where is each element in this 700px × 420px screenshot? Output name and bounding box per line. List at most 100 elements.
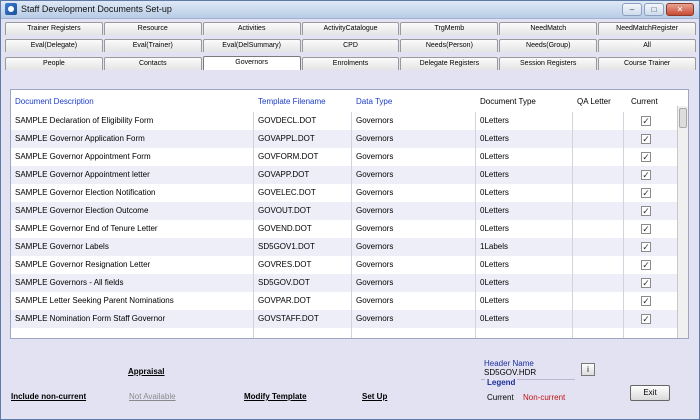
cell-data-type: Governors [352, 220, 476, 238]
table-row[interactable]: SAMPLE Letter Seeking Parent Nominations… [11, 292, 678, 310]
tab-people[interactable]: People [5, 57, 103, 70]
table-row[interactable]: SAMPLE Governor Appointment Form GOVFORM.… [11, 148, 678, 166]
current-checkbox[interactable]: ✓ [641, 170, 651, 180]
tab-all[interactable]: All [598, 39, 697, 52]
col-header-data-type[interactable]: Data Type [356, 97, 392, 106]
current-checkbox[interactable]: ✓ [641, 242, 651, 252]
table-row[interactable]: SAMPLE Governor Resignation Letter GOVRES… [11, 256, 678, 274]
tab-needs-group[interactable]: Needs(Group) [499, 39, 598, 52]
cell-current: ✓ [624, 148, 678, 166]
cell-document-type: 1Labels [476, 238, 573, 256]
table-row[interactable]: SAMPLE Governor Labels SD5GOV1.DOT Governo… [11, 238, 678, 256]
table-row[interactable]: SAMPLE Governor Application Form GOVAPPL.… [11, 130, 678, 148]
tab-needmatchregister[interactable]: NeedMatchRegister [598, 22, 697, 35]
cell-filename: GOVELEC.DOT [254, 184, 352, 202]
cell-current: ✓ [624, 184, 678, 202]
cell-current: ✓ [624, 292, 678, 310]
current-checkbox[interactable]: ✓ [641, 206, 651, 216]
cell-document-type: 0Letters [476, 148, 573, 166]
maximize-button[interactable]: □ [644, 3, 664, 16]
cell-document-type: 0Letters [476, 292, 573, 310]
cell-qa-letter [573, 274, 624, 292]
cell-current: ✓ [624, 220, 678, 238]
legend-group: Legend Current Non-current [481, 378, 575, 407]
set-up-link[interactable]: Set Up [362, 392, 387, 401]
cell-filename: GOVSTAFF.DOT [254, 310, 352, 328]
table-row[interactable]: SAMPLE Nomination Form Staff Governor GOV… [11, 310, 678, 328]
tab-delegate-registers[interactable]: Delegate Registers [400, 57, 499, 70]
modify-template-link[interactable]: Modify Template [244, 392, 307, 401]
cell-description: SAMPLE Declaration of Eligibility Form [11, 112, 254, 130]
current-checkbox[interactable]: ✓ [641, 314, 651, 324]
table-row[interactable]: SAMPLE Governor End of Tenure Letter GOVE… [11, 220, 678, 238]
col-header-current[interactable]: Current [631, 97, 658, 106]
current-checkbox[interactable]: ✓ [641, 278, 651, 288]
table-row[interactable]: SAMPLE Governor Appointment letter GOVAPP… [11, 166, 678, 184]
tab-enrolments[interactable]: Enrolments [301, 57, 400, 70]
tab-cpd[interactable]: CPD [301, 39, 400, 52]
col-header-document-type[interactable]: Document Type [480, 97, 536, 106]
minimize-button[interactable]: – [622, 3, 642, 16]
tab-needmatch[interactable]: NeedMatch [499, 22, 598, 35]
tab-resource[interactable]: Resource [103, 22, 202, 35]
table-row[interactable]: SAMPLE Governor Election Notification GOV… [11, 184, 678, 202]
cell-current: ✓ [624, 256, 678, 274]
legend-current: Current [487, 393, 514, 402]
tab-needs-person[interactable]: Needs(Person) [400, 39, 499, 52]
grid-header: Document Description Template Filename D… [11, 90, 678, 112]
cell-current [624, 328, 678, 338]
cell-document-type: 0Letters [476, 184, 573, 202]
grid-scrollbar[interactable] [677, 106, 688, 338]
close-button[interactable]: ✕ [666, 3, 694, 16]
table-row[interactable] [11, 328, 678, 338]
cell-qa-letter [573, 256, 624, 274]
current-checkbox[interactable]: ✓ [641, 152, 651, 162]
cell-filename: GOVFORM.DOT [254, 148, 352, 166]
appraisal-link[interactable]: Appraisal [128, 367, 164, 376]
cell-data-type: Governors [352, 292, 476, 310]
cell-filename: GOVPAR.DOT [254, 292, 352, 310]
current-checkbox[interactable]: ✓ [641, 188, 651, 198]
table-row[interactable]: SAMPLE Governors - All fields SD5GOV.DOT G… [11, 274, 678, 292]
col-header-filename[interactable]: Template Filename [258, 97, 326, 106]
cell-filename: GOVRES.DOT [254, 256, 352, 274]
current-checkbox[interactable]: ✓ [641, 224, 651, 234]
tab-course-trainer[interactable]: Course Trainer [598, 57, 697, 70]
tab-trgmemb[interactable]: TrgMemb [400, 22, 499, 35]
tab-activities[interactable]: Activities [202, 22, 301, 35]
table-row[interactable]: SAMPLE Governor Election Outcome GOVOUT.D… [11, 202, 678, 220]
cell-data-type: Governors [352, 310, 476, 328]
cell-current: ✓ [624, 202, 678, 220]
cell-description: SAMPLE Governors - All fields [11, 274, 254, 292]
cell-document-type [476, 328, 573, 338]
tab-eval-delsummary[interactable]: Eval(DelSummary) [202, 39, 301, 52]
tab-trainer-registers[interactable]: Trainer Registers [5, 22, 103, 35]
tab-governors[interactable]: Governors [202, 56, 301, 70]
header-info-button[interactable]: i [581, 363, 595, 376]
cell-data-type [352, 328, 476, 338]
cell-current: ✓ [624, 166, 678, 184]
cell-filename: GOVAPP.DOT [254, 166, 352, 184]
col-header-description[interactable]: Document Description [15, 97, 94, 106]
legend-title: Legend [485, 378, 518, 387]
scrollbar-thumb[interactable] [679, 108, 687, 128]
table-row[interactable]: SAMPLE Declaration of Eligibility Form GO… [11, 112, 678, 130]
title-bar[interactable]: Staff Development Documents Set-up – □ ✕ [1, 1, 699, 19]
current-checkbox[interactable]: ✓ [641, 260, 651, 270]
tab-eval-trainer[interactable]: Eval(Trainer) [103, 39, 202, 52]
tab-activitycatalogue[interactable]: ActivityCatalogue [301, 22, 400, 35]
include-non-current-link[interactable]: Include non-current [11, 392, 86, 401]
tab-session-registers[interactable]: Session Registers [499, 57, 598, 70]
exit-button[interactable]: Exit [630, 385, 670, 401]
current-checkbox[interactable]: ✓ [641, 296, 651, 306]
tab-eval-delegate[interactable]: Eval(Delegate) [5, 39, 103, 52]
col-header-qa-letter[interactable]: QA Letter [577, 97, 611, 106]
current-checkbox[interactable]: ✓ [641, 134, 651, 144]
tab-contacts[interactable]: Contacts [103, 57, 202, 70]
cell-data-type: Governors [352, 238, 476, 256]
cell-filename: GOVOUT.DOT [254, 202, 352, 220]
cell-filename: GOVAPPL.DOT [254, 130, 352, 148]
cell-data-type: Governors [352, 274, 476, 292]
cell-data-type: Governors [352, 202, 476, 220]
current-checkbox[interactable]: ✓ [641, 116, 651, 126]
